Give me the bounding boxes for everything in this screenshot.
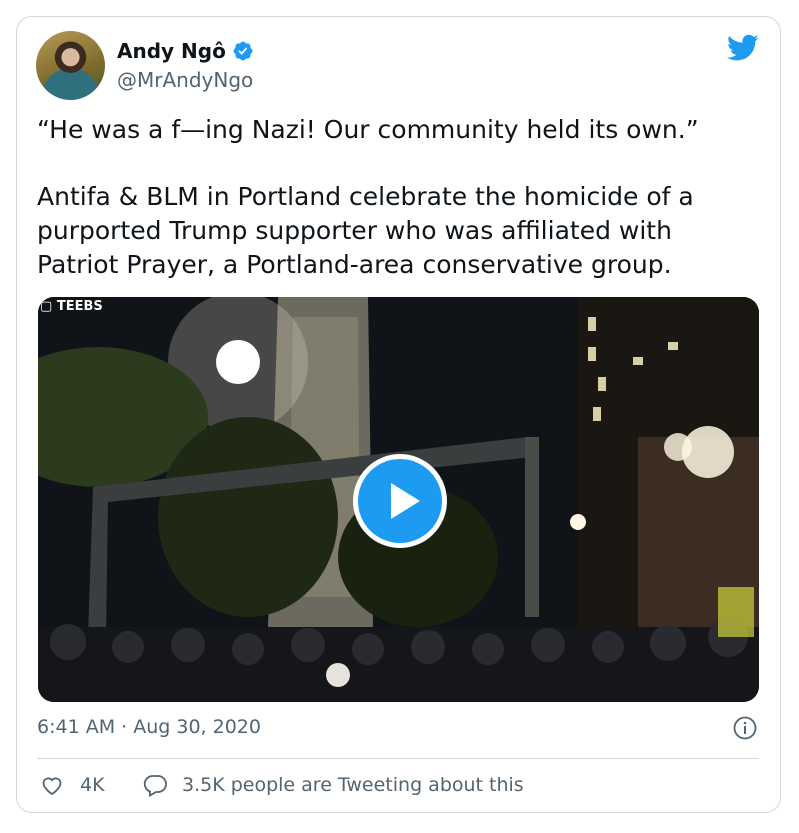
video-watermark: ▢ TEEBS [40,299,103,314]
tweet-timestamp[interactable]: 6:41 AM · Aug 30, 2020 [37,714,261,740]
conversation-link[interactable]: 3.5K people are Tweeting about this [182,772,524,798]
author-name[interactable]: Andy Ngô [117,38,226,64]
divider [37,758,759,759]
reply-bubble-icon[interactable] [142,773,168,797]
watermark-label: TEEBS [56,299,103,314]
avatar[interactable] [36,31,105,100]
verified-badge-icon [233,41,253,61]
twitter-bird-icon[interactable] [727,34,759,62]
info-icon[interactable] [733,716,757,740]
twitch-icon: ▢ [40,299,53,314]
play-icon [391,483,420,519]
like-heart-icon[interactable] [40,773,64,797]
tweet-quote-text: “He was a f—ing Nazi! Our community held… [37,115,699,144]
author-handle[interactable]: @MrAndyNgo [117,67,253,93]
tweet-body-text: Antifa & BLM in Portland celebrate the h… [37,182,694,279]
play-button[interactable] [353,454,447,548]
like-count[interactable]: 4K [80,772,105,798]
